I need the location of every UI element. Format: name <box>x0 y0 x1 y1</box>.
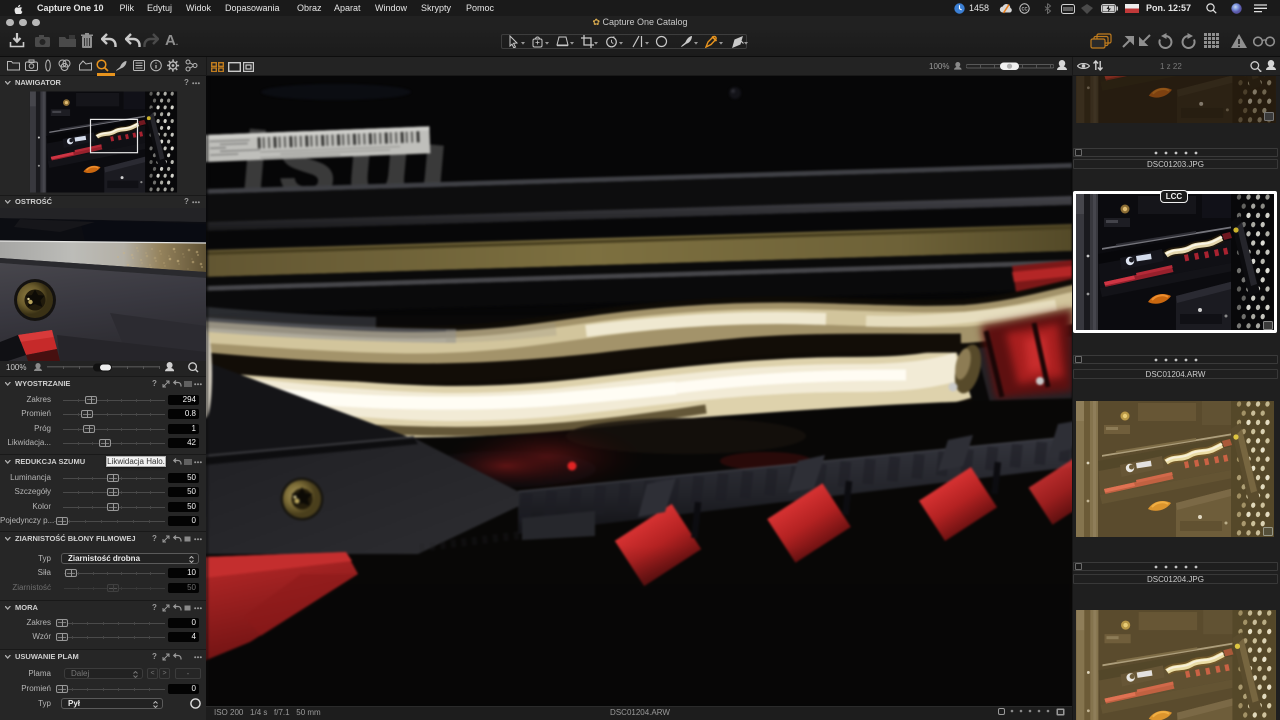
svg-text:cc: cc <box>1022 7 1028 13</box>
